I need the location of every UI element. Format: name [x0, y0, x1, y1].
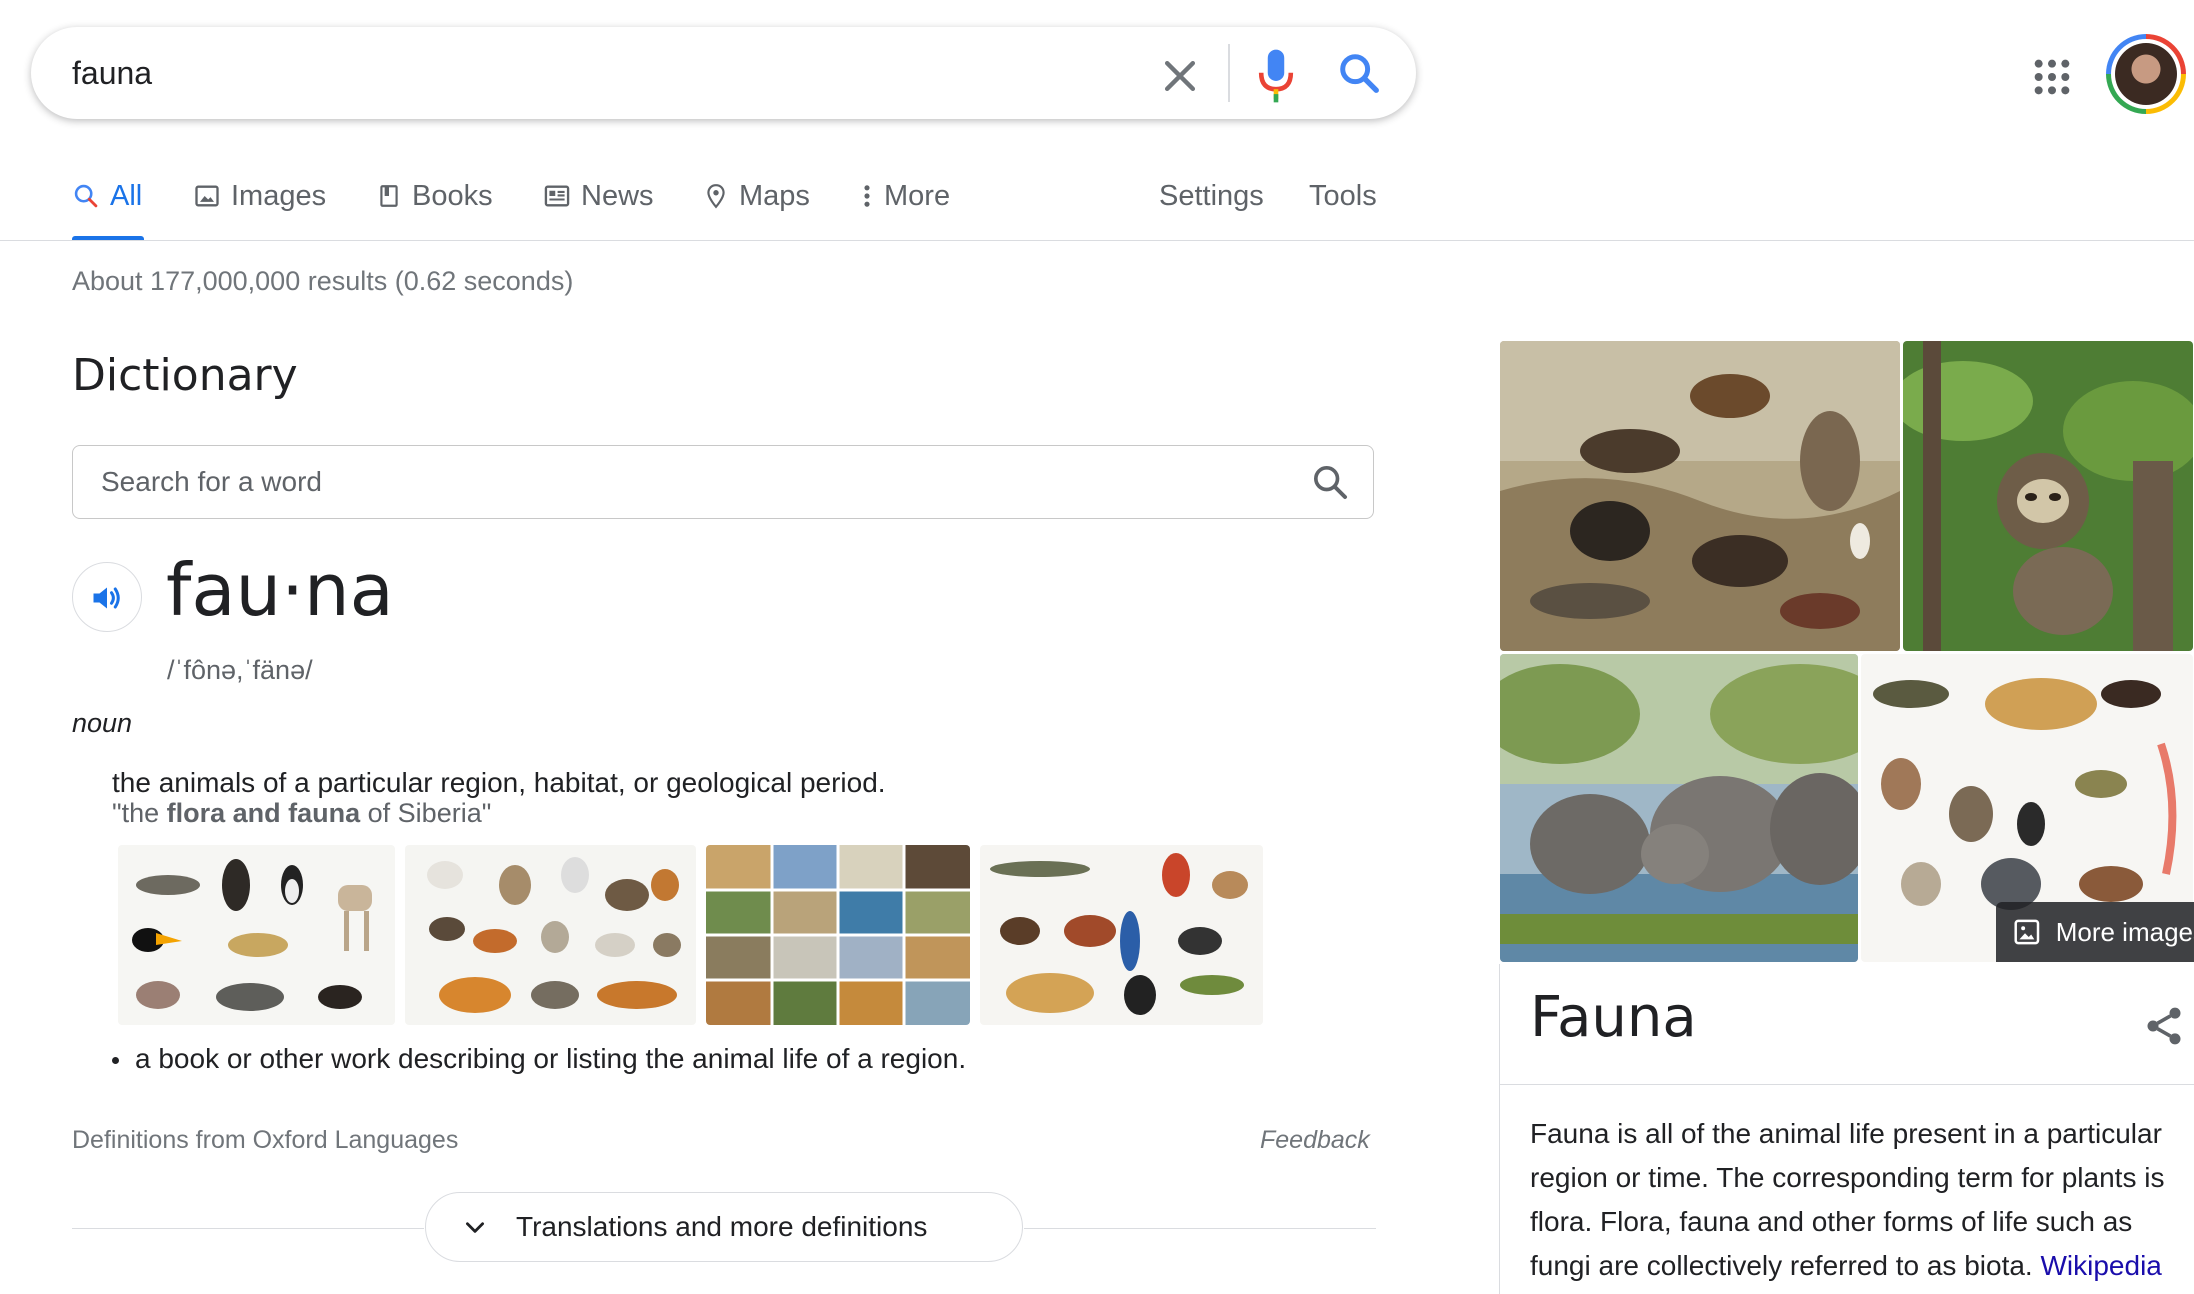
tab-label: Books [412, 179, 493, 212]
search-box[interactable] [31, 27, 1416, 119]
chevron-down-icon [466, 1222, 484, 1233]
result-stats: About 177,000,000 results (0.62 seconds) [72, 266, 574, 296]
tools-label: Tools [1309, 179, 1377, 212]
tab-label: News [581, 179, 654, 212]
tab-label: Maps [739, 179, 810, 212]
bullet-point [112, 1057, 119, 1065]
example-prefix: "the [112, 798, 167, 828]
panel-divider [1499, 1084, 2194, 1085]
dictionary-heading: Dictionary [72, 350, 298, 401]
image-icon [195, 185, 219, 207]
definition-1-example: "the flora and fauna of Siberia" [112, 798, 491, 829]
speaker-icon [93, 587, 120, 609]
apps-grid-icon[interactable] [2032, 57, 2072, 97]
definition-image-4[interactable] [980, 845, 1263, 1025]
clear-search-icon[interactable] [1158, 54, 1202, 98]
more-definitions-button[interactable]: Translations and more definitions [425, 1192, 1023, 1262]
image-icon [2014, 919, 2040, 945]
settings-link[interactable]: Settings [1159, 172, 1264, 220]
divider [1024, 1228, 1376, 1229]
tab-images[interactable]: Images [193, 172, 326, 220]
settings-label: Settings [1159, 179, 1264, 212]
more-images-label: More images [2055, 916, 2194, 947]
map-pin-icon [707, 184, 725, 209]
account-avatar[interactable] [2106, 34, 2186, 114]
microphone-icon[interactable] [1256, 48, 1296, 104]
tools-link[interactable]: Tools [1309, 172, 1377, 220]
definition-image-1[interactable] [118, 845, 395, 1025]
tab-books[interactable]: Books [376, 172, 493, 220]
definition-image-3[interactable] [706, 845, 970, 1025]
knowledge-panel-description: Fauna is all of the animal life present … [1530, 1112, 2190, 1288]
dictionary-search-placeholder[interactable]: Search for a word [101, 466, 322, 498]
tab-label: Images [231, 179, 327, 212]
example-bold: flora and fauna [166, 798, 361, 828]
book-icon [380, 185, 398, 207]
searchbox-divider [1228, 44, 1230, 102]
definition-image-2[interactable] [405, 845, 696, 1025]
nav-divider [0, 240, 2194, 241]
panel-image-elephants[interactable] [1500, 654, 1858, 962]
panel-image-sloth[interactable] [1903, 341, 2193, 651]
pronunciation-button[interactable] [72, 562, 142, 632]
knowledge-panel-title: Fauna [1530, 985, 1697, 1050]
wikipedia-link[interactable]: Wikipedia [2040, 1250, 2161, 1281]
tab-label: All [110, 179, 143, 212]
headword: fau·na [166, 548, 394, 632]
search-icon[interactable] [1336, 50, 1382, 96]
tab-maps[interactable]: Maps [703, 172, 810, 220]
search-input[interactable]: fauna [72, 27, 152, 119]
dictionary-source[interactable]: Definitions from Oxford Languages [72, 1126, 458, 1155]
panel-image-illustration[interactable] [1500, 341, 1900, 651]
example-suffix: of Siberia" [360, 798, 492, 828]
definition-1: the animals of a particular region, habi… [112, 767, 886, 798]
tab-all[interactable]: All [72, 172, 142, 220]
share-icon[interactable] [2142, 1004, 2186, 1048]
tab-news[interactable]: News [543, 172, 654, 220]
more-images-button[interactable]: More images [1996, 902, 2194, 962]
feedback-link[interactable]: Feedback [1260, 1126, 1370, 1155]
search-icon[interactable] [1310, 462, 1350, 502]
more-definitions-label: Translations and more definitions [516, 1211, 928, 1242]
news-icon [544, 185, 570, 207]
part-of-speech: noun [72, 708, 133, 738]
phonetic-spelling: /ˈfônə,ˈfänə/ [167, 655, 313, 685]
definition-2-text: a book or other work describing or listi… [135, 1043, 967, 1074]
search-icon [74, 184, 98, 208]
more-vert-icon [864, 185, 870, 207]
divider [72, 1228, 424, 1229]
tab-more[interactable]: More [860, 172, 950, 220]
definition-2: a book or other work describing or listi… [112, 1043, 966, 1075]
tab-label: More [884, 179, 951, 212]
